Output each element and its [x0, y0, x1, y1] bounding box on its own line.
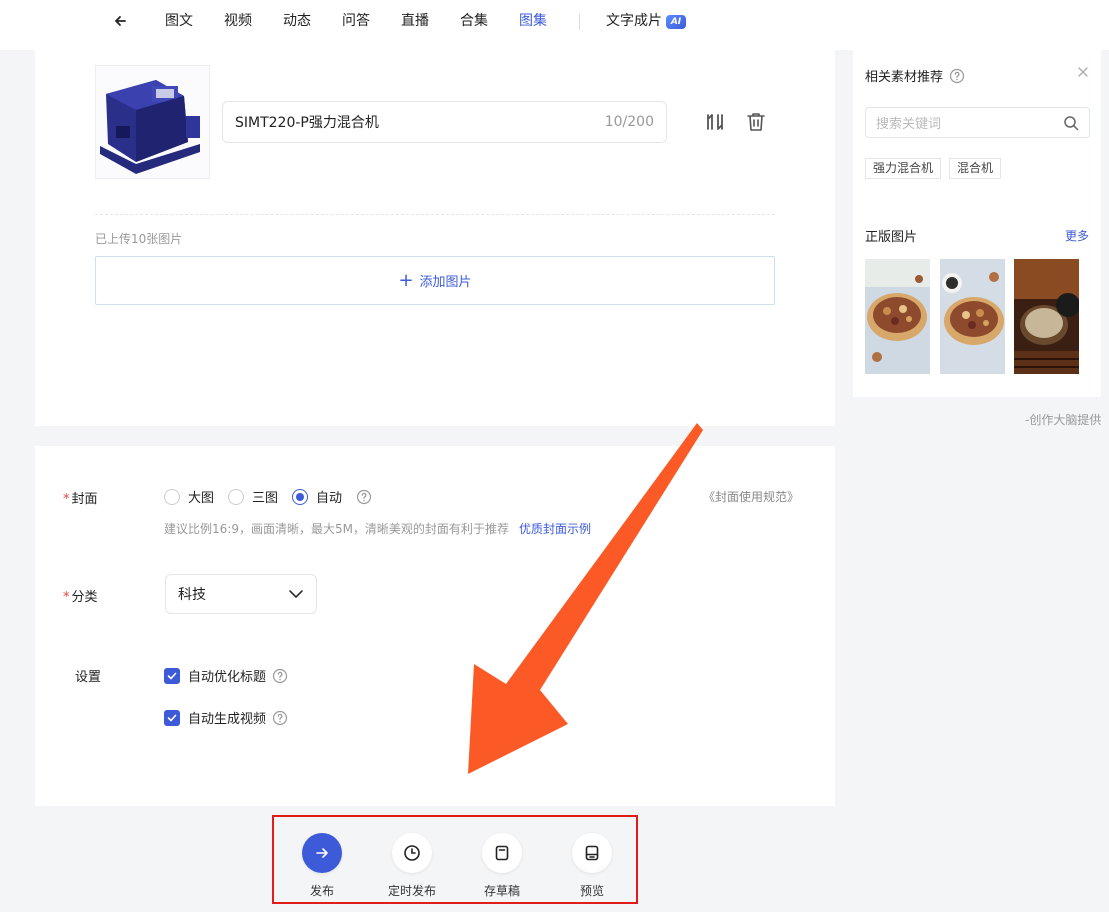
required-mark: * [63, 590, 70, 605]
publish-settings-card: * 封面 大图 三图 自动 《封面使用规范》 建议比例16:9，画面清晰，最大5M… [35, 446, 835, 806]
tab-collection[interactable]: 合集 [460, 12, 488, 30]
cover-example-link[interactable]: 优质封面示例 [519, 522, 591, 536]
draft-icon [495, 845, 509, 861]
add-image-label: 添加图片 [419, 275, 472, 290]
cover-label-text: 封面 [71, 492, 98, 507]
preview-label: 预览 [579, 884, 604, 898]
sidebar-title-text: 相关素材推荐 [865, 70, 944, 85]
cover-hint-text: 建议比例16:9，画面清晰，最大5M，清晰美观的封面有利于推荐 [164, 522, 509, 536]
cover-option-auto[interactable]: 自动 [292, 487, 342, 506]
cover-help-icon[interactable] [356, 489, 372, 505]
tag-mixer-strong[interactable]: 强力混合机 [865, 158, 942, 179]
cover-options: 大图 三图 自动 [164, 487, 372, 506]
help-icon[interactable] [949, 68, 965, 84]
draft-circle [482, 833, 522, 873]
cover-option-big-label: 大图 [188, 491, 215, 506]
action-bar-highlight: 发布 定时发布 存草稿 预览 [272, 815, 638, 904]
schedule-label: 定时发布 [387, 884, 436, 898]
checkmark-icon [167, 672, 177, 679]
image-title-input[interactable]: SIMT220-P强力混合机 10/200 [222, 101, 667, 143]
more-link[interactable]: 更多 [1065, 227, 1089, 244]
image-title-value: SIMT220-P强力混合机 [235, 115, 379, 131]
preview-icon [585, 845, 599, 861]
checkmark-icon [167, 714, 177, 721]
cover-spec-link[interactable]: 《封面使用规范》 [703, 488, 799, 505]
auto-video-checkbox[interactable] [164, 709, 180, 726]
cover-hint: 建议比例16:9，画面清晰，最大5M，清晰美观的封面有利于推荐 优质封面示例 [164, 520, 591, 537]
radio-three[interactable] [228, 488, 245, 505]
tab-text-to-video-label: 文字成片 [606, 13, 662, 29]
stock-photo-1[interactable] [865, 259, 930, 374]
tab-tuwen[interactable]: 图文 [165, 12, 193, 30]
tab-wenda[interactable]: 问答 [342, 12, 370, 30]
stock-photo-2[interactable] [940, 259, 1005, 374]
sort-icon[interactable] [704, 111, 726, 133]
cover-option-auto-label: 自动 [316, 491, 343, 506]
nav-divider [579, 14, 580, 30]
preview-circle [572, 833, 612, 873]
arrow-right-icon [316, 848, 328, 858]
required-mark: * [63, 492, 70, 507]
close-icon[interactable] [1077, 66, 1089, 78]
tab-text-to-video[interactable]: 文字成片 AI [606, 12, 686, 30]
category-select[interactable]: 科技 [165, 574, 317, 614]
cover-option-three-label: 三图 [252, 491, 279, 506]
tab-gallery[interactable]: 图集 [519, 12, 547, 30]
title-char-count: 10/200 [604, 114, 654, 130]
category-label-text: 分类 [71, 590, 98, 605]
chevron-down-icon [289, 590, 303, 598]
licensed-images-heading: 正版图片 [865, 230, 918, 245]
save-draft-button[interactable]: 存草稿 [462, 833, 542, 899]
settings-label: 设置 [75, 670, 102, 685]
uploaded-count: 已上传10张图片 [95, 232, 183, 246]
tab-dongtai[interactable]: 动态 [283, 12, 311, 30]
cover-option-three[interactable]: 三图 [228, 487, 278, 506]
material-search-input[interactable]: 搜索关键词 [865, 107, 1090, 138]
cover-option-big[interactable]: 大图 [164, 487, 214, 506]
plus-icon: + [398, 269, 414, 291]
category-value: 科技 [178, 587, 206, 603]
trash-icon[interactable] [745, 111, 767, 133]
schedule-circle [392, 833, 432, 873]
auto-video-label: 自动生成视频 [188, 712, 267, 727]
search-placeholder: 搜索关键词 [876, 117, 942, 132]
provided-by-note: -创作大脑提供 [1025, 413, 1102, 427]
publish-circle [302, 833, 342, 873]
auto-title-option[interactable]: 自动优化标题 [164, 666, 288, 685]
image-editor-card: SIMT220-P强力混合机 10/200 已上传10张图片 + 添加图片 [35, 50, 835, 426]
radio-auto[interactable] [292, 488, 309, 505]
back-arrow-icon[interactable] [112, 12, 130, 30]
cover-label: * 封面 [63, 488, 98, 507]
preview-button[interactable]: 预览 [552, 833, 632, 899]
mixer-machine-image [96, 66, 209, 178]
add-image-button[interactable]: + 添加图片 [95, 256, 775, 305]
clock-icon [404, 845, 420, 861]
ai-badge: AI [666, 15, 686, 29]
image-thumbnail[interactable] [95, 65, 210, 179]
sidebar-title: 相关素材推荐 [865, 66, 965, 85]
tab-live[interactable]: 直播 [401, 12, 429, 30]
auto-title-label: 自动优化标题 [188, 670, 267, 685]
auto-title-checkbox[interactable] [164, 667, 180, 684]
schedule-publish-button[interactable]: 定时发布 [372, 833, 452, 899]
publish-label: 发布 [309, 884, 334, 898]
draft-label: 存草稿 [483, 884, 520, 898]
auto-title-help-icon[interactable] [272, 668, 288, 684]
radio-big[interactable] [164, 488, 180, 505]
category-label: * 分类 [63, 586, 98, 605]
auto-video-help-icon[interactable] [272, 710, 288, 726]
stock-photo-3[interactable] [1014, 259, 1079, 374]
divider [95, 214, 775, 215]
search-icon[interactable] [1063, 115, 1079, 131]
material-sidebar: 相关素材推荐 搜索关键词 强力混合机 混合机 正版图片 更多 [853, 50, 1101, 397]
tag-mixer[interactable]: 混合机 [949, 158, 1002, 179]
publish-button[interactable]: 发布 [282, 833, 362, 899]
tab-video[interactable]: 视频 [224, 12, 252, 30]
auto-video-option[interactable]: 自动生成视频 [164, 708, 288, 727]
top-nav: 图文 视频 动态 问答 直播 合集 图集 文字成片 AI [0, 0, 1109, 50]
